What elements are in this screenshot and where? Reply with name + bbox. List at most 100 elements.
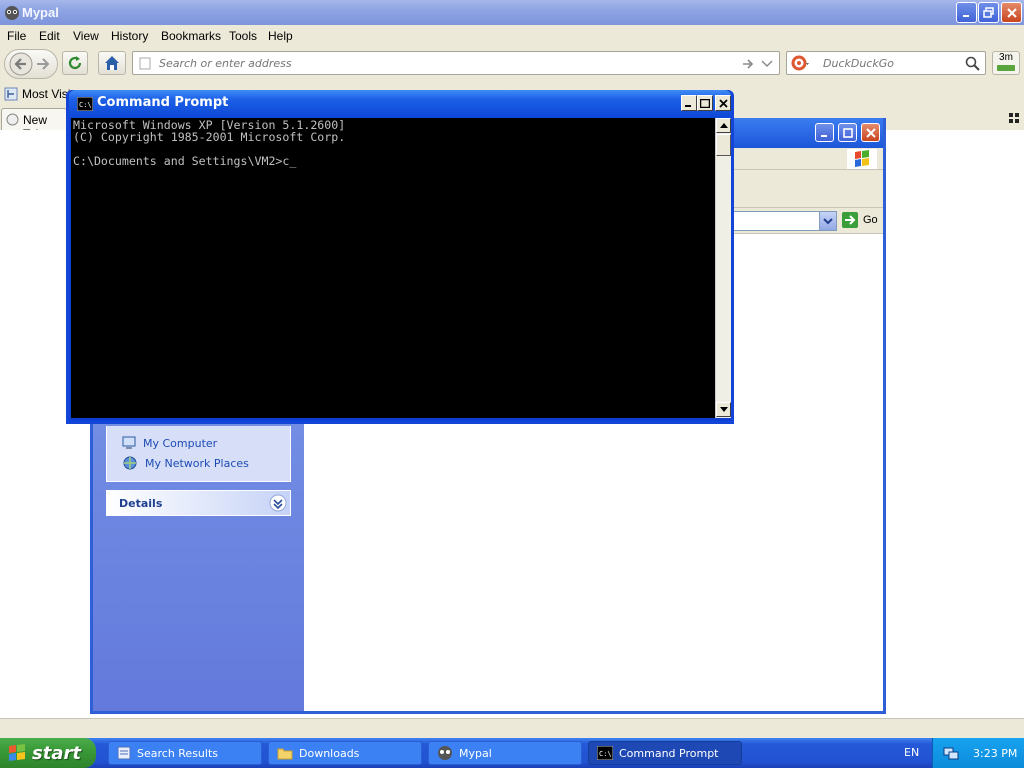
reload-icon: [68, 56, 82, 70]
go-arrow-icon[interactable]: [741, 57, 755, 71]
close-icon: [865, 127, 876, 138]
folder-icon: [277, 748, 293, 759]
search-box[interactable]: [786, 51, 986, 75]
taskbar-item-command-prompt[interactable]: C:\ Command Prompt: [588, 741, 742, 765]
minimize-icon: [685, 105, 691, 107]
minimize-button[interactable]: [956, 2, 977, 23]
home-button[interactable]: [98, 51, 126, 75]
clock[interactable]: 3:23 PM: [973, 747, 1017, 760]
scroll-down-button[interactable]: [716, 402, 731, 417]
taskbar-item-search-results[interactable]: Search Results: [108, 741, 262, 765]
navigation-toolbar: 3m: [0, 47, 1024, 83]
minimize-icon: [962, 14, 969, 17]
taskbar-item-label: Command Prompt: [619, 746, 719, 760]
duckduckgo-icon[interactable]: [791, 55, 809, 72]
cmd-maximize-button[interactable]: [697, 95, 713, 111]
menu-bar: File Edit View History Bookmarks Tools H…: [0, 26, 1024, 46]
taskbar-item-mypal[interactable]: Mypal: [428, 741, 582, 765]
network-places-icon: [123, 456, 137, 470]
go-arrow-icon: [842, 212, 858, 228]
network-tray-icon[interactable]: [943, 745, 959, 761]
mypal-icon: [438, 746, 452, 760]
maximize-icon: [842, 127, 853, 138]
dropdown-arrow-icon[interactable]: [761, 60, 773, 68]
expand-chevron-icon[interactable]: [269, 494, 287, 512]
back-icon[interactable]: [9, 52, 33, 76]
other-places-panel: My Computer My Network Places: [106, 426, 291, 482]
search-input[interactable]: [823, 57, 953, 70]
svg-text:C:\: C:\: [599, 750, 612, 758]
command-prompt-window: C:\ Command Prompt Microsoft Windows XP …: [66, 90, 734, 424]
close-button[interactable]: [1001, 2, 1022, 23]
windows-logo-icon: [9, 744, 25, 761]
menu-history[interactable]: History: [111, 29, 148, 43]
browser-status-bar: [0, 718, 1024, 738]
windows-flag-icon: [847, 149, 877, 169]
explorer-go-button[interactable]: Go: [841, 211, 878, 229]
place-label: My Computer: [143, 436, 218, 450]
start-label: start: [32, 742, 81, 764]
taskbar-item-label: Search Results: [137, 746, 219, 760]
menu-tools[interactable]: Tools: [229, 29, 257, 43]
browser-titlebar[interactable]: Mypal: [0, 0, 1024, 25]
place-my-computer[interactable]: My Computer: [121, 435, 217, 451]
bookmark-most-visited[interactable]: Most Visi: [4, 87, 70, 101]
cmd-close-button[interactable]: [715, 95, 731, 111]
explorer-maximize-button[interactable]: [838, 123, 857, 142]
page-icon: [139, 57, 151, 70]
close-icon: [1006, 7, 1017, 18]
explorer-address-bar: Go: [733, 208, 883, 234]
cmd-icon: C:\: [77, 97, 93, 111]
menu-bookmarks[interactable]: Bookmarks: [161, 29, 221, 43]
extension-button[interactable]: 3m: [992, 51, 1020, 75]
cmd-title: Command Prompt: [97, 95, 229, 110]
tab-new-tab[interactable]: New Tab: [1, 108, 67, 141]
start-button[interactable]: start: [0, 738, 96, 768]
tab-icon: [6, 113, 19, 126]
explorer-minimize-button[interactable]: [815, 123, 834, 142]
menu-file[interactable]: File: [7, 29, 26, 43]
cmd-titlebar[interactable]: C:\ Command Prompt: [69, 90, 731, 118]
explorer-toolbar: [733, 170, 883, 208]
close-icon: [718, 98, 728, 108]
search-icon[interactable]: [965, 56, 980, 71]
bookmark-label: Most Visi: [22, 87, 71, 101]
mypal-icon: [5, 6, 19, 20]
cmd-icon: C:\: [597, 746, 613, 760]
explorer-close-button[interactable]: [861, 123, 880, 142]
home-icon: [105, 56, 119, 70]
cmd-minimize-button[interactable]: [681, 95, 697, 111]
console-prompt-line: C:\Documents and Settings\VM2>c_: [73, 154, 297, 168]
search-results-icon: [117, 746, 131, 760]
bookmark-icon: [4, 87, 18, 101]
explorer-address-input[interactable]: [733, 211, 820, 231]
console-output[interactable]: Microsoft Windows XP [Version 5.1.2600](…: [71, 118, 715, 418]
tab-grid-icon[interactable]: [1009, 113, 1019, 123]
menu-help[interactable]: Help: [268, 29, 293, 43]
explorer-address-dropdown[interactable]: [819, 211, 837, 231]
details-label: Details: [119, 497, 163, 510]
scroll-down-icon: [719, 407, 728, 412]
minimize-icon: [820, 134, 827, 137]
details-panel-header[interactable]: Details: [106, 490, 291, 516]
place-label: My Network Places: [145, 456, 249, 470]
restore-button[interactable]: [978, 2, 999, 23]
forward-icon[interactable]: [33, 54, 53, 74]
address-bar[interactable]: [132, 51, 780, 75]
taskbar: start Search Results Downloads Mypal C:\…: [0, 738, 1024, 768]
scroll-up-button[interactable]: [716, 118, 731, 133]
svg-text:C:\: C:\: [79, 101, 92, 109]
browser-title: Mypal: [22, 5, 59, 20]
go-label: Go: [863, 214, 878, 226]
taskbar-item-downloads[interactable]: Downloads: [268, 741, 422, 765]
explorer-menu-bar: [733, 148, 883, 170]
scroll-thumb[interactable]: [716, 134, 731, 156]
language-indicator[interactable]: EN: [904, 746, 919, 759]
place-my-network-places[interactable]: My Network Places: [121, 455, 249, 471]
menu-edit[interactable]: Edit: [39, 29, 60, 43]
back-forward-group: [4, 49, 58, 79]
address-input[interactable]: [159, 57, 719, 70]
menu-view[interactable]: View: [73, 29, 99, 43]
reload-button[interactable]: [62, 51, 88, 75]
console-scrollbar[interactable]: [715, 118, 731, 418]
